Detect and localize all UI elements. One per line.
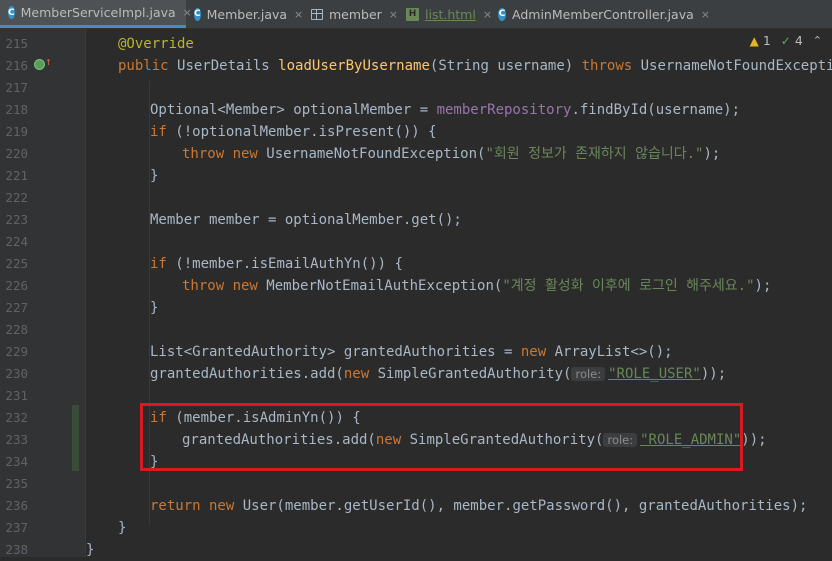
code-line-218: Optional<Member> optionalMember = member… <box>150 102 741 118</box>
html-file-icon: H <box>406 7 419 21</box>
line-number: 225 <box>5 256 28 271</box>
line-number: 226 <box>5 278 28 293</box>
tab-member-table[interactable]: member × <box>303 0 398 28</box>
weak-warning-icon: ✓ <box>780 33 791 48</box>
warning-icon: ▲ <box>749 33 759 48</box>
tab-member-service-impl[interactable]: C MemberServiceImpl.java × <box>0 0 192 28</box>
line-number: 230 <box>5 366 28 381</box>
code-line-223: Member member = optionalMember.get(); <box>150 212 462 228</box>
tab-label: MemberServiceImpl.java <box>20 5 176 20</box>
code-line-226: throw new MemberNotEmailAuthException("계… <box>182 278 772 294</box>
line-number: 215 <box>5 36 28 51</box>
table-icon <box>311 8 323 20</box>
code-line-229: List<GrantedAuthority> grantedAuthoritie… <box>150 344 673 360</box>
highlight-annotation-box <box>140 403 743 471</box>
code-line-238: } <box>86 542 95 558</box>
code-line-221: } <box>150 168 159 184</box>
tab-label: AdminMemberController.java <box>512 6 694 22</box>
tab-member-java[interactable]: C Member.java × <box>186 0 303 28</box>
line-number: 229 <box>5 344 28 359</box>
close-icon[interactable]: × <box>294 8 303 21</box>
line-number: 236 <box>5 498 28 513</box>
code-line-216: public UserDetails loadUserByUsername(St… <box>118 58 832 74</box>
line-number: 221 <box>5 168 28 183</box>
java-class-icon: C <box>194 7 201 21</box>
warning-count: 1 <box>762 33 771 48</box>
line-number: 228 <box>5 322 28 337</box>
code-line-219: if (!optionalMember.isPresent()) { <box>150 124 437 140</box>
line-number-gutter[interactable]: 215 216 217 218 219 220 221 222 223 224 … <box>0 29 85 557</box>
vcs-change-marker[interactable] <box>72 405 79 471</box>
line-number: 234 <box>5 454 28 469</box>
line-number: 220 <box>5 146 28 161</box>
tab-label: member <box>328 6 382 22</box>
line-number: 223 <box>5 212 28 227</box>
inspection-widget[interactable]: ▲ 1 ✓ 4 ⌃ <box>750 33 822 48</box>
code-editor[interactable]: @Override public UserDetails loadUserByU… <box>86 29 832 558</box>
code-line-236: return new User(member.getUserId(), memb… <box>150 498 808 514</box>
java-class-icon: C <box>498 7 507 21</box>
go-to-super-method-icon[interactable]: ↑ <box>45 55 52 68</box>
code-line-225: if (!member.isEmailAuthYn()) { <box>150 256 403 272</box>
line-number: 218 <box>5 102 28 117</box>
close-icon[interactable]: × <box>701 8 710 21</box>
line-number: 237 <box>5 520 28 535</box>
line-number: 231 <box>5 388 28 403</box>
editor-tab-bar: C MemberServiceImpl.java × C Member.java… <box>0 0 832 29</box>
line-number: 227 <box>5 300 28 315</box>
code-line-215: @Override <box>118 36 194 52</box>
line-number: 235 <box>5 476 28 491</box>
close-icon[interactable]: × <box>389 8 398 21</box>
chevron-up-icon[interactable]: ⌃ <box>813 34 822 47</box>
line-number: 222 <box>5 190 28 205</box>
tab-admin-member-controller[interactable]: C AdminMemberController.java × <box>490 0 710 28</box>
code-line-227: } <box>150 300 159 316</box>
line-number: 224 <box>5 234 28 249</box>
parameter-hint: role: <box>571 367 606 381</box>
line-number: 219 <box>5 124 28 139</box>
line-number: 217 <box>5 80 28 95</box>
implements-method-icon[interactable] <box>34 59 45 70</box>
line-number: 238 <box>5 542 28 557</box>
tab-label: list.html <box>425 6 476 22</box>
java-class-icon: C <box>8 6 15 19</box>
tab-list-html[interactable]: H list.html × <box>398 0 498 28</box>
line-number: 216 <box>5 58 28 73</box>
weak-warning-count: 4 <box>794 33 803 48</box>
code-line-230: grantedAuthorities.add(new SimpleGranted… <box>150 366 727 382</box>
code-line-220: throw new UsernameNotFoundException("회원 … <box>182 146 721 162</box>
code-line-237: } <box>118 520 127 536</box>
line-number: 233 <box>5 432 28 447</box>
line-number: 232 <box>5 410 28 425</box>
tab-label: Member.java <box>206 6 288 22</box>
